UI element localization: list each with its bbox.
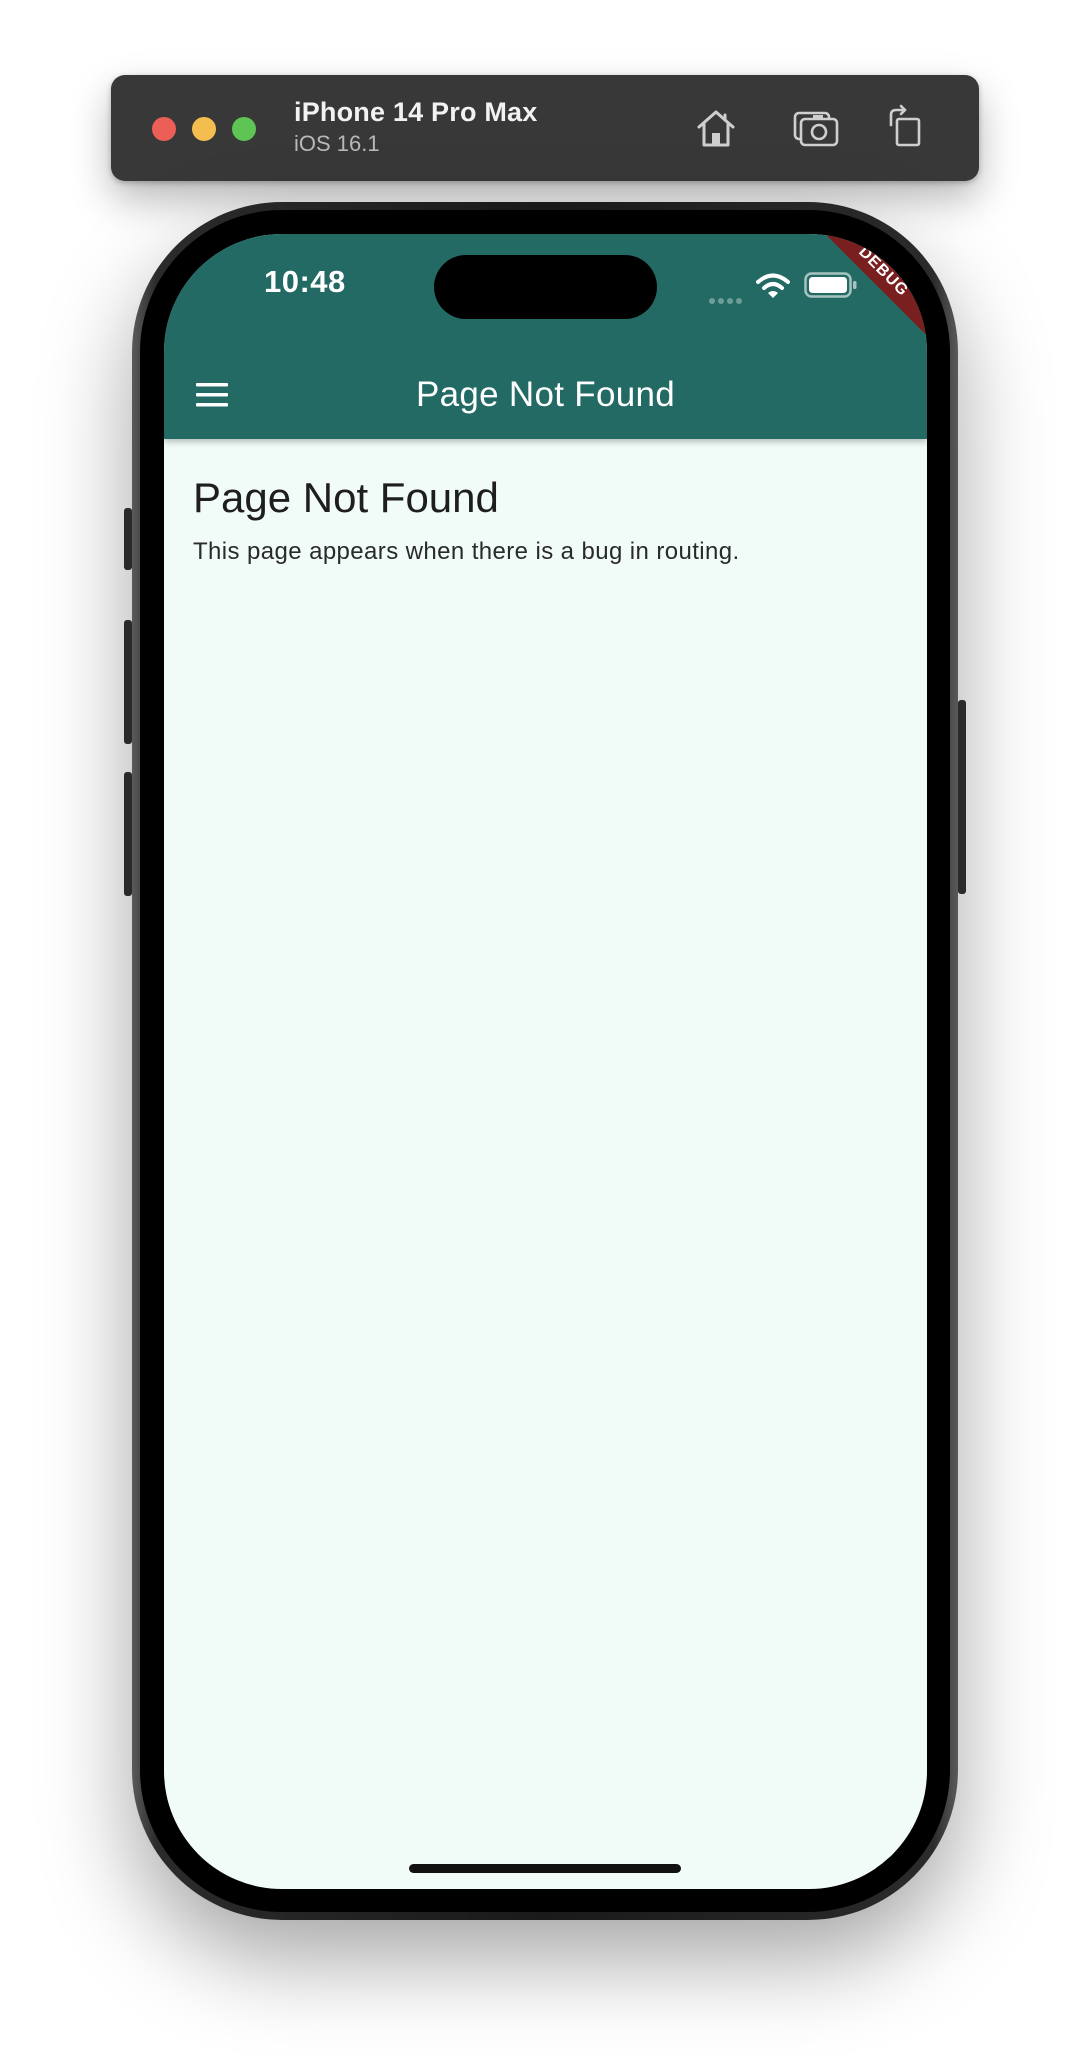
power-button — [958, 700, 966, 894]
page-heading: Page Not Found — [193, 474, 499, 521]
rotate-button[interactable] — [879, 101, 933, 155]
simulator-window: iPhone 14 Pro Max iOS 16.1 10:48 Page No… — [0, 0, 1090, 2072]
phone-screen: 10:48 Page Not Found DEBUG Page Not Foun… — [164, 234, 927, 1889]
home-indicator[interactable] — [409, 1864, 681, 1873]
simulator-title-bar: iPhone 14 Pro Max iOS 16.1 — [111, 75, 979, 181]
volume-up-button — [124, 620, 132, 744]
status-time: 10:48 — [264, 264, 346, 299]
window-maximize-button[interactable] — [232, 117, 256, 141]
debug-banner: DEBUG — [827, 234, 927, 334]
dynamic-island — [434, 255, 657, 319]
page-content: Page Not Found This page appears when th… — [193, 472, 893, 570]
app-bar: Page Not Found — [164, 351, 927, 439]
hamburger-menu-icon[interactable] — [192, 375, 232, 415]
wifi-icon — [756, 273, 790, 298]
window-close-button[interactable] — [152, 117, 176, 141]
app-header: 10:48 Page Not Found — [164, 234, 927, 439]
volume-down-button — [124, 772, 132, 896]
screenshot-button[interactable] — [789, 101, 843, 155]
app-bar-title: Page Not Found — [415, 375, 676, 414]
device-os-version: iOS 16.1 — [294, 131, 380, 156]
cellular-signal-icon — [709, 291, 749, 304]
device-name: iPhone 14 Pro Max — [294, 97, 538, 127]
page-description: This page appears when there is a bug in… — [193, 538, 740, 565]
window-minimize-button[interactable] — [192, 117, 216, 141]
home-button[interactable] — [689, 101, 743, 155]
home-icon — [697, 110, 735, 147]
camera-icon — [793, 111, 839, 147]
debug-banner-label: DEBUG — [827, 234, 927, 334]
mute-switch — [124, 508, 132, 570]
rotate-icon — [889, 104, 921, 147]
